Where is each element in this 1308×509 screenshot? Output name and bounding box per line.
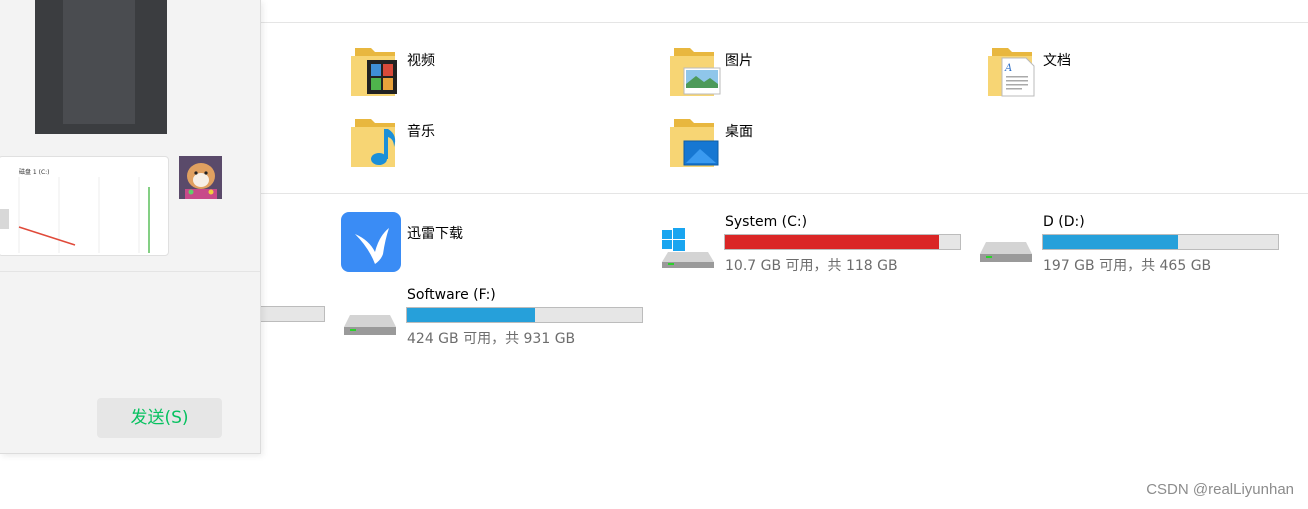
hard-drive-icon xyxy=(980,242,1032,262)
section-divider xyxy=(260,193,1308,194)
folder-label: 视频 xyxy=(407,53,435,69)
drive-used-fill xyxy=(725,235,939,249)
drive-d[interactable]: D (D:) 197 GB 可用，共 465 GB xyxy=(978,212,1288,274)
chat-send-panel: 磁盘 1 (C:) 发送(S) xyxy=(0,0,261,454)
watermark: CSDN @realLiyunhan xyxy=(1146,481,1294,498)
panel-divider xyxy=(0,271,260,272)
thumbnail-window xyxy=(63,0,135,124)
folder-label: 桌面 xyxy=(725,124,753,140)
folder-label: 图片 xyxy=(725,53,753,69)
folder-label: 音乐 xyxy=(407,124,435,140)
drive-space: 197 GB 可用，共 465 GB xyxy=(1043,258,1212,274)
music-folder-icon xyxy=(351,119,396,167)
folder-documents[interactable]: A 文档 xyxy=(982,44,1282,102)
folder-videos[interactable]: 视频 xyxy=(345,44,645,102)
svg-text:A: A xyxy=(1004,63,1012,74)
top-divider xyxy=(260,22,1308,23)
xunlei-bird-icon xyxy=(341,212,401,272)
dog-avatar-icon xyxy=(179,156,222,199)
device-label: 迅雷下载 xyxy=(407,226,463,242)
folder-pictures[interactable]: 图片 xyxy=(664,44,964,102)
document-folder-icon: A xyxy=(988,48,1035,97)
drive-space: 10.7 GB 可用，共 118 GB xyxy=(725,258,898,274)
hard-drive-icon xyxy=(344,315,396,335)
chart-thumbnail-lines xyxy=(18,177,150,253)
chart-thumbnail[interactable]: 磁盘 1 (C:) xyxy=(0,156,169,256)
windows-drive-icon xyxy=(662,228,714,268)
folder-music[interactable]: 音乐 xyxy=(345,115,645,173)
hidden-drive-capacity-bar xyxy=(250,306,325,322)
drive-space: 424 GB 可用，共 931 GB xyxy=(407,331,576,347)
device-xunlei[interactable]: 迅雷下载 xyxy=(341,212,641,274)
folder-desktop[interactable]: 桌面 xyxy=(664,115,964,173)
drive-used-fill xyxy=(407,308,536,322)
drive-label: System (C:) xyxy=(725,214,808,230)
drive-label: D (D:) xyxy=(1043,214,1085,230)
drive-f[interactable]: Software (F:) 424 GB 可用，共 931 GB xyxy=(342,285,652,347)
picture-folder-icon xyxy=(670,48,721,96)
drive-used-fill xyxy=(1043,235,1179,249)
drive-label: Software (F:) xyxy=(407,287,496,303)
screenshot-thumbnail[interactable] xyxy=(35,0,167,134)
video-folder-icon xyxy=(351,48,397,96)
drive-capacity-bar xyxy=(724,234,961,250)
folder-label: 文档 xyxy=(1043,53,1071,69)
drive-c[interactable]: System (C:) 10.7 GB 可用，共 118 GB xyxy=(660,212,970,274)
send-button[interactable]: 发送(S) xyxy=(97,398,222,438)
avatar[interactable] xyxy=(179,156,222,199)
drive-capacity-bar xyxy=(1042,234,1279,250)
drive-capacity-bar xyxy=(406,307,643,323)
desktop-folder-icon xyxy=(670,119,719,167)
